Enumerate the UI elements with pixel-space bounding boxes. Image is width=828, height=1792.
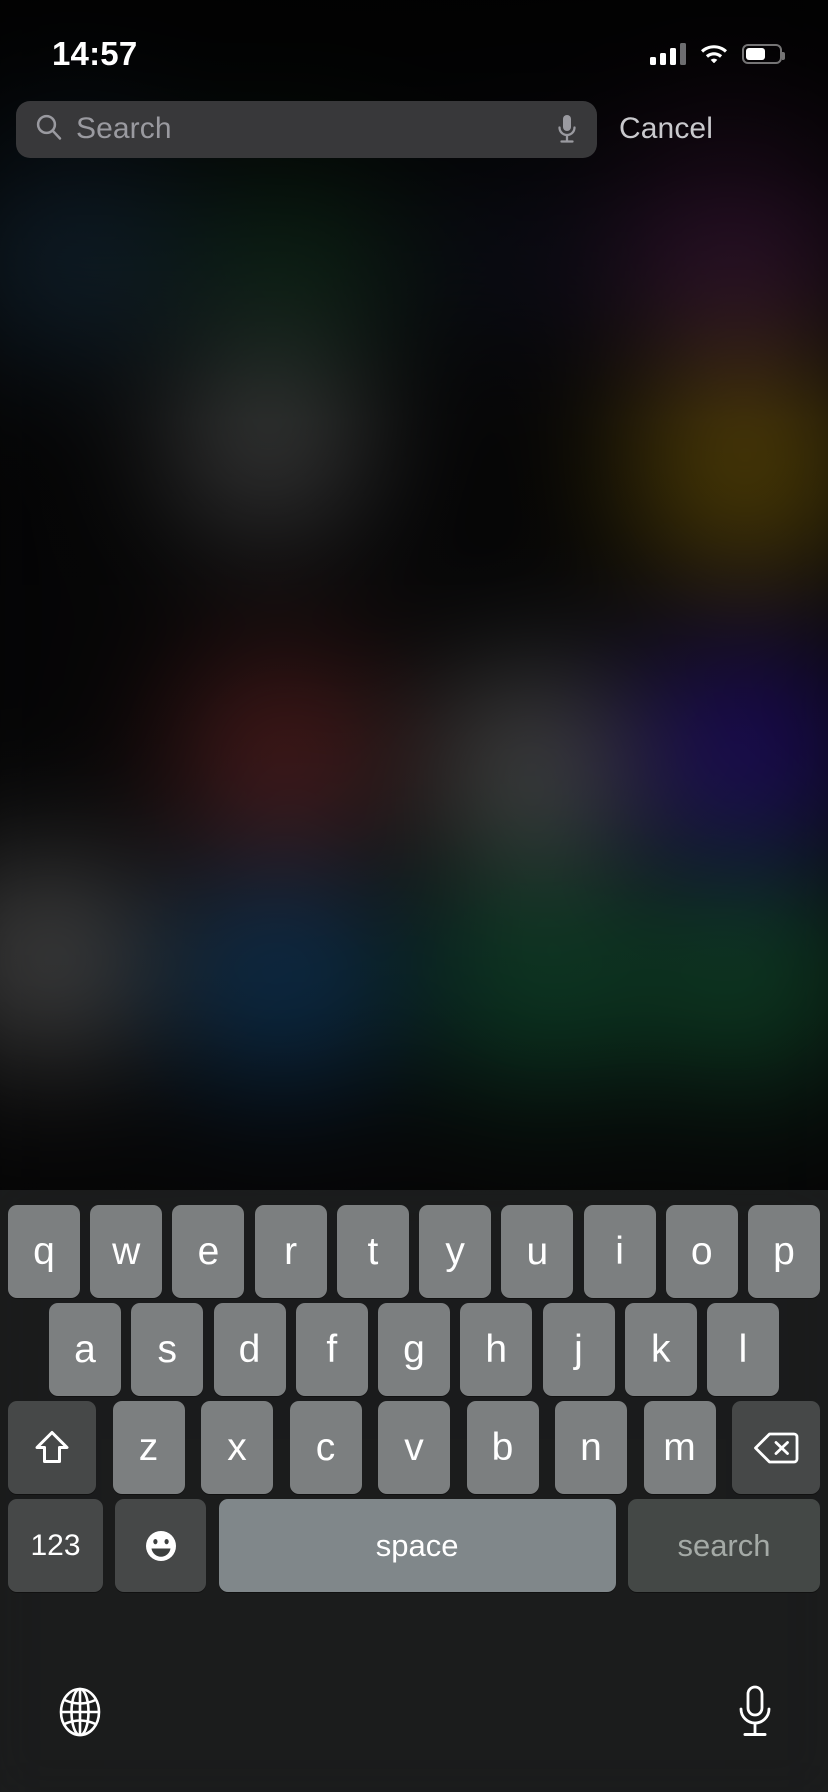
space-key[interactable]: space: [218, 1499, 616, 1592]
battery-icon: [742, 44, 785, 64]
key-l[interactable]: l: [707, 1303, 779, 1396]
key-d[interactable]: d: [213, 1303, 286, 1396]
key-o[interactable]: o: [665, 1205, 738, 1298]
signal-bars-icon: [650, 43, 686, 65]
shift-arrow-up-icon: [35, 1430, 69, 1463]
key-y[interactable]: y: [419, 1205, 492, 1298]
key-c[interactable]: c: [289, 1401, 362, 1494]
key-p[interactable]: p: [747, 1205, 820, 1298]
status-bar-clock: 14:57: [52, 35, 138, 72]
key-m[interactable]: m: [643, 1401, 716, 1494]
key-h[interactable]: h: [460, 1303, 533, 1396]
key-t[interactable]: t: [336, 1205, 409, 1298]
key-v[interactable]: v: [378, 1401, 450, 1494]
key-x[interactable]: x: [201, 1401, 273, 1494]
key-b[interactable]: b: [466, 1401, 539, 1494]
search-input[interactable]: Search: [16, 100, 597, 158]
microphone-icon[interactable]: [555, 112, 579, 146]
globe-icon: [59, 1687, 101, 1737]
search-placeholder-text: Search: [76, 112, 172, 145]
smiley-face-icon: [145, 1530, 176, 1561]
key-n[interactable]: n: [555, 1401, 627, 1494]
key-k[interactable]: k: [624, 1303, 697, 1396]
key-i[interactable]: i: [583, 1205, 656, 1298]
return-search-key[interactable]: search: [627, 1499, 820, 1592]
emoji-key[interactable]: [115, 1499, 207, 1592]
keyboard-row-2: a s d f g h j k l: [0, 1303, 828, 1396]
keyboard-utility-bar: [0, 1650, 828, 1792]
key-f[interactable]: f: [295, 1303, 368, 1396]
on-screen-keyboard: q w e r t y u i o p a s d f g h j k l z …: [0, 1190, 828, 1792]
iphone-spotlight-search-screen: 14:57 Search Cancel q w e r t y u i o p …: [0, 0, 828, 1792]
keyboard-row-4: 123 space search: [0, 1499, 828, 1592]
key-z[interactable]: z: [112, 1401, 185, 1494]
key-a[interactable]: a: [49, 1303, 121, 1396]
magnifier-icon: [34, 112, 64, 147]
microphone-icon: [739, 1685, 771, 1736]
keyboard-row-1: q w e r t y u i o p: [0, 1205, 828, 1298]
key-s[interactable]: s: [131, 1303, 204, 1396]
key-u[interactable]: u: [501, 1205, 574, 1298]
wifi-icon: [699, 41, 729, 68]
numbers-key[interactable]: 123: [8, 1499, 103, 1592]
key-g[interactable]: g: [378, 1303, 450, 1396]
status-bar: 14:57: [0, 0, 828, 92]
status-bar-indicators: [650, 41, 785, 68]
key-q[interactable]: q: [8, 1205, 80, 1298]
backspace-delete-icon: [754, 1432, 799, 1463]
search-bar: Search Cancel: [0, 98, 828, 160]
dictation-key[interactable]: [734, 1682, 776, 1747]
globe-key[interactable]: [52, 1684, 108, 1745]
shift-key[interactable]: [8, 1401, 96, 1494]
cancel-button[interactable]: Cancel: [619, 112, 713, 146]
keyboard-row-3: z x c v b n m: [0, 1401, 828, 1494]
key-e[interactable]: e: [172, 1205, 245, 1298]
key-w[interactable]: w: [90, 1205, 163, 1298]
key-r[interactable]: r: [254, 1205, 327, 1298]
delete-key[interactable]: [732, 1401, 820, 1494]
key-j[interactable]: j: [542, 1303, 615, 1396]
